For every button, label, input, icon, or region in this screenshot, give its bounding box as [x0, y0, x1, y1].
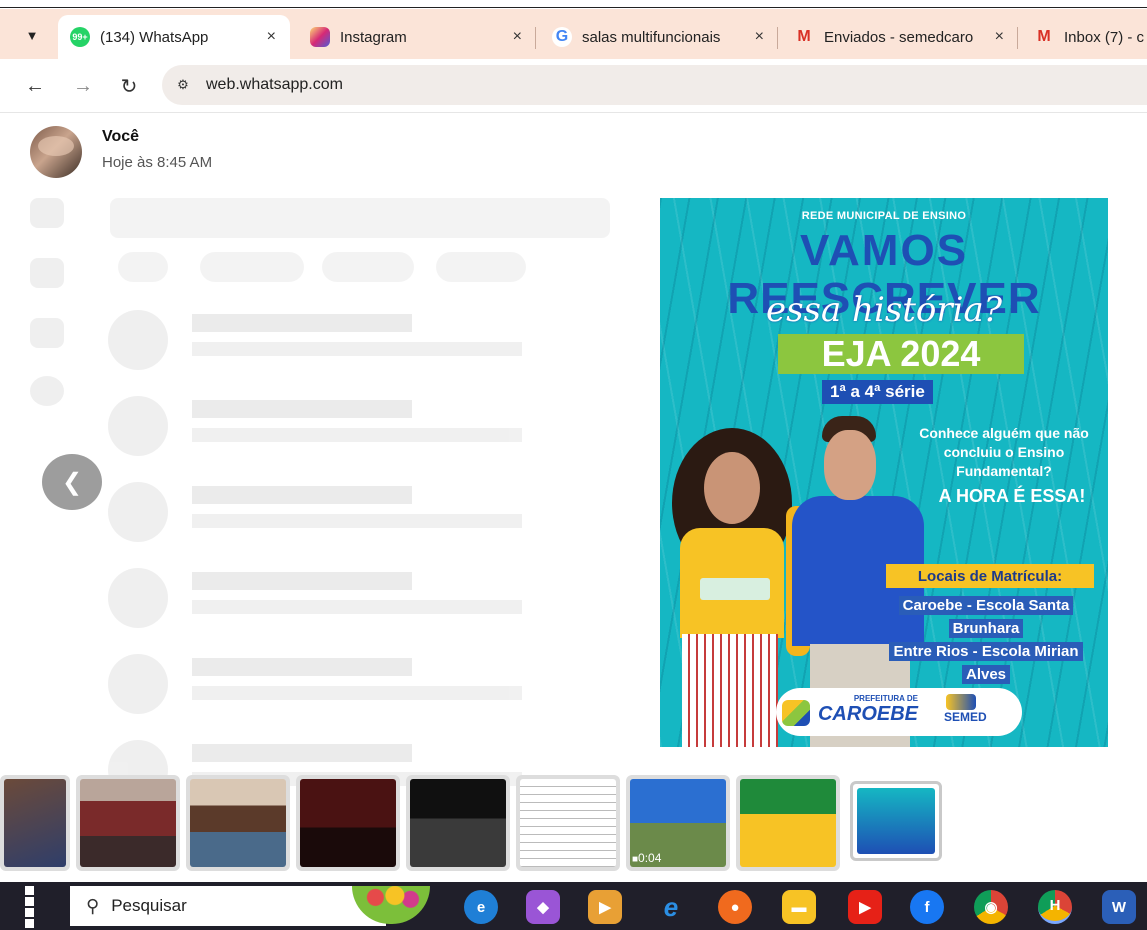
filter-chip — [436, 252, 526, 282]
tab-separator — [777, 27, 778, 49]
close-tab-icon[interactable]: × — [755, 28, 764, 46]
tab-label: Inbox (7) - c — [1064, 28, 1145, 46]
filter-chip — [118, 252, 168, 282]
semed-logo-icon — [946, 694, 976, 710]
media-thumbnail[interactable] — [76, 775, 180, 871]
student-girl-illustration — [664, 428, 794, 747]
gmail-icon: M — [797, 28, 811, 45]
media-image-poster: REDE MUNICIPAL DE ENSINO VAMOS REESCREVE… — [660, 198, 1108, 747]
sender-name: Você — [102, 128, 140, 145]
media-thumbnail[interactable] — [736, 775, 840, 871]
site-settings-icon[interactable]: ⚙ — [168, 70, 198, 100]
close-tab-icon[interactable]: × — [267, 28, 276, 46]
poster-question: Conhece alguém que não concluiu o Ensino… — [919, 425, 1089, 479]
tab-label: Enviados - semedcaro — [824, 28, 974, 46]
logo-semed: SEMED — [944, 710, 987, 724]
media-thumbnail[interactable] — [296, 775, 400, 871]
communities-icon — [30, 318, 64, 348]
url-text[interactable]: web.whatsapp.com — [206, 76, 343, 94]
media-thumbnail[interactable] — [406, 775, 510, 871]
message-timestamp: Hoje às 8:45 AM — [102, 154, 213, 171]
taskbar-search-placeholder: Pesquisar — [111, 896, 187, 915]
tab-whatsapp[interactable]: 99+ (134) WhatsApp × — [58, 15, 290, 59]
omnibox[interactable]: ⚙ web.whatsapp.com — [162, 65, 1147, 105]
media-thumbnail[interactable] — [0, 775, 70, 871]
firefox-icon[interactable]: ● — [718, 890, 752, 924]
poster-network: REDE MUNICIPAL DE ENSINO — [801, 210, 967, 222]
tab-separator — [1017, 27, 1018, 49]
filter-chip — [322, 252, 414, 282]
poster-eja: EJA 2024 — [778, 333, 1024, 374]
chevron-left-icon: ❮ — [61, 468, 83, 496]
chat-row — [108, 390, 608, 460]
media-player-icon[interactable]: ▶ — [588, 890, 622, 924]
media-thumbnail[interactable] — [186, 775, 290, 871]
background-search — [110, 198, 610, 238]
tab-search-dropdown[interactable]: ▼ — [16, 21, 48, 49]
logo-prefeitura: PREFEITURA DE — [853, 694, 918, 703]
gmail-icon: M — [1037, 28, 1051, 45]
tab-google-search[interactable]: G salas multifuncionais × — [540, 15, 778, 59]
logo-city: CAROEBE — [817, 703, 918, 725]
windows-start-icon[interactable] — [14, 886, 54, 928]
tab-label: Instagram — [340, 28, 407, 46]
sender-avatar — [30, 126, 82, 178]
windows-taskbar: ⚲ Pesquisar e ◆ ▶ e ● ▬ ▶ f ◉ H W — [0, 882, 1147, 930]
chevron-down-icon: ▼ — [25, 27, 39, 43]
poster-location-line: Entre Rios - Escola Mirian — [864, 640, 1108, 663]
close-tab-icon[interactable]: × — [995, 28, 1004, 46]
back-arrow-icon[interactable]: ← — [22, 73, 48, 99]
filter-chip — [200, 252, 304, 282]
edge-icon[interactable]: e — [464, 890, 498, 924]
poster-headline-1: VAMOS — [799, 226, 969, 275]
tab-separator — [535, 27, 536, 49]
video-thumbnail[interactable]: 0:04 — [626, 775, 730, 871]
internet-explorer-icon[interactable]: e — [654, 890, 688, 924]
video-duration: 0:04 — [632, 851, 661, 865]
address-bar-row: ← → ↻ ⚙ web.whatsapp.com — [0, 59, 1147, 113]
taskbar-search-box[interactable]: ⚲ Pesquisar — [70, 886, 386, 926]
google-icon: G — [552, 27, 572, 47]
poster-logos: PREFEITURA DE CAROEBE SEMED — [776, 688, 1022, 736]
poster-grades: 1ª a 4ª série — [822, 380, 933, 404]
tab-gmail-inbox[interactable]: M Inbox (7) - c — [1022, 15, 1147, 59]
poster-script: essa história? — [765, 290, 1003, 330]
previous-media-button[interactable]: ❮ — [42, 454, 102, 510]
copilot-icon[interactable]: ◆ — [526, 890, 560, 924]
poster-call: A HORA É ESSA! — [938, 486, 1086, 506]
tab-instagram[interactable]: Instagram × — [298, 15, 536, 59]
tab-gmail-sent[interactable]: M Enviados - semedcaro × — [782, 15, 1018, 59]
chrome-icon[interactable]: ◉ — [974, 890, 1008, 924]
chat-row — [108, 476, 608, 546]
poster-locations-title: Locais de Matrícula: — [886, 564, 1094, 588]
reload-icon[interactable]: ↻ — [116, 73, 142, 99]
chat-row — [108, 648, 608, 718]
media-viewer: Você Hoje às 8:45 AM ❮ REDE MUNICIPAL DE… — [0, 114, 1147, 882]
close-tab-icon[interactable]: × — [513, 28, 522, 46]
media-thumbnail-selected[interactable] — [850, 781, 942, 861]
whatsapp-icon: 99+ — [70, 27, 90, 47]
chrome-profile-icon[interactable]: H — [1038, 890, 1072, 924]
tab-label: (134) WhatsApp — [100, 28, 209, 46]
file-explorer-icon[interactable]: ▬ — [782, 890, 816, 924]
meta-ai-icon — [30, 376, 64, 406]
tab-label: salas multifuncionais — [582, 28, 721, 46]
facebook-icon[interactable]: f — [910, 890, 944, 924]
media-thumbnail-strip: 0:04 — [0, 775, 1147, 875]
poster-location-line: Caroebe - Escola Santa — [864, 594, 1108, 617]
tab-strip: ▼ 99+ (134) WhatsApp × Instagram × G sal… — [0, 9, 1147, 59]
youtube-icon[interactable]: ▶ — [848, 890, 882, 924]
status-icon — [30, 198, 64, 228]
poster-location-line: Brunhara — [864, 617, 1108, 640]
chat-row — [108, 304, 608, 374]
chat-row — [108, 562, 608, 632]
channels-icon — [30, 258, 64, 288]
media-thumbnail[interactable] — [516, 775, 620, 871]
window-top-edge — [0, 0, 1147, 8]
search-icon: ⚲ — [86, 895, 100, 916]
forward-arrow-icon[interactable]: → — [70, 73, 96, 99]
instagram-icon — [310, 27, 330, 47]
word-icon[interactable]: W — [1102, 890, 1136, 924]
poster-location-line: Alves — [864, 663, 1108, 686]
